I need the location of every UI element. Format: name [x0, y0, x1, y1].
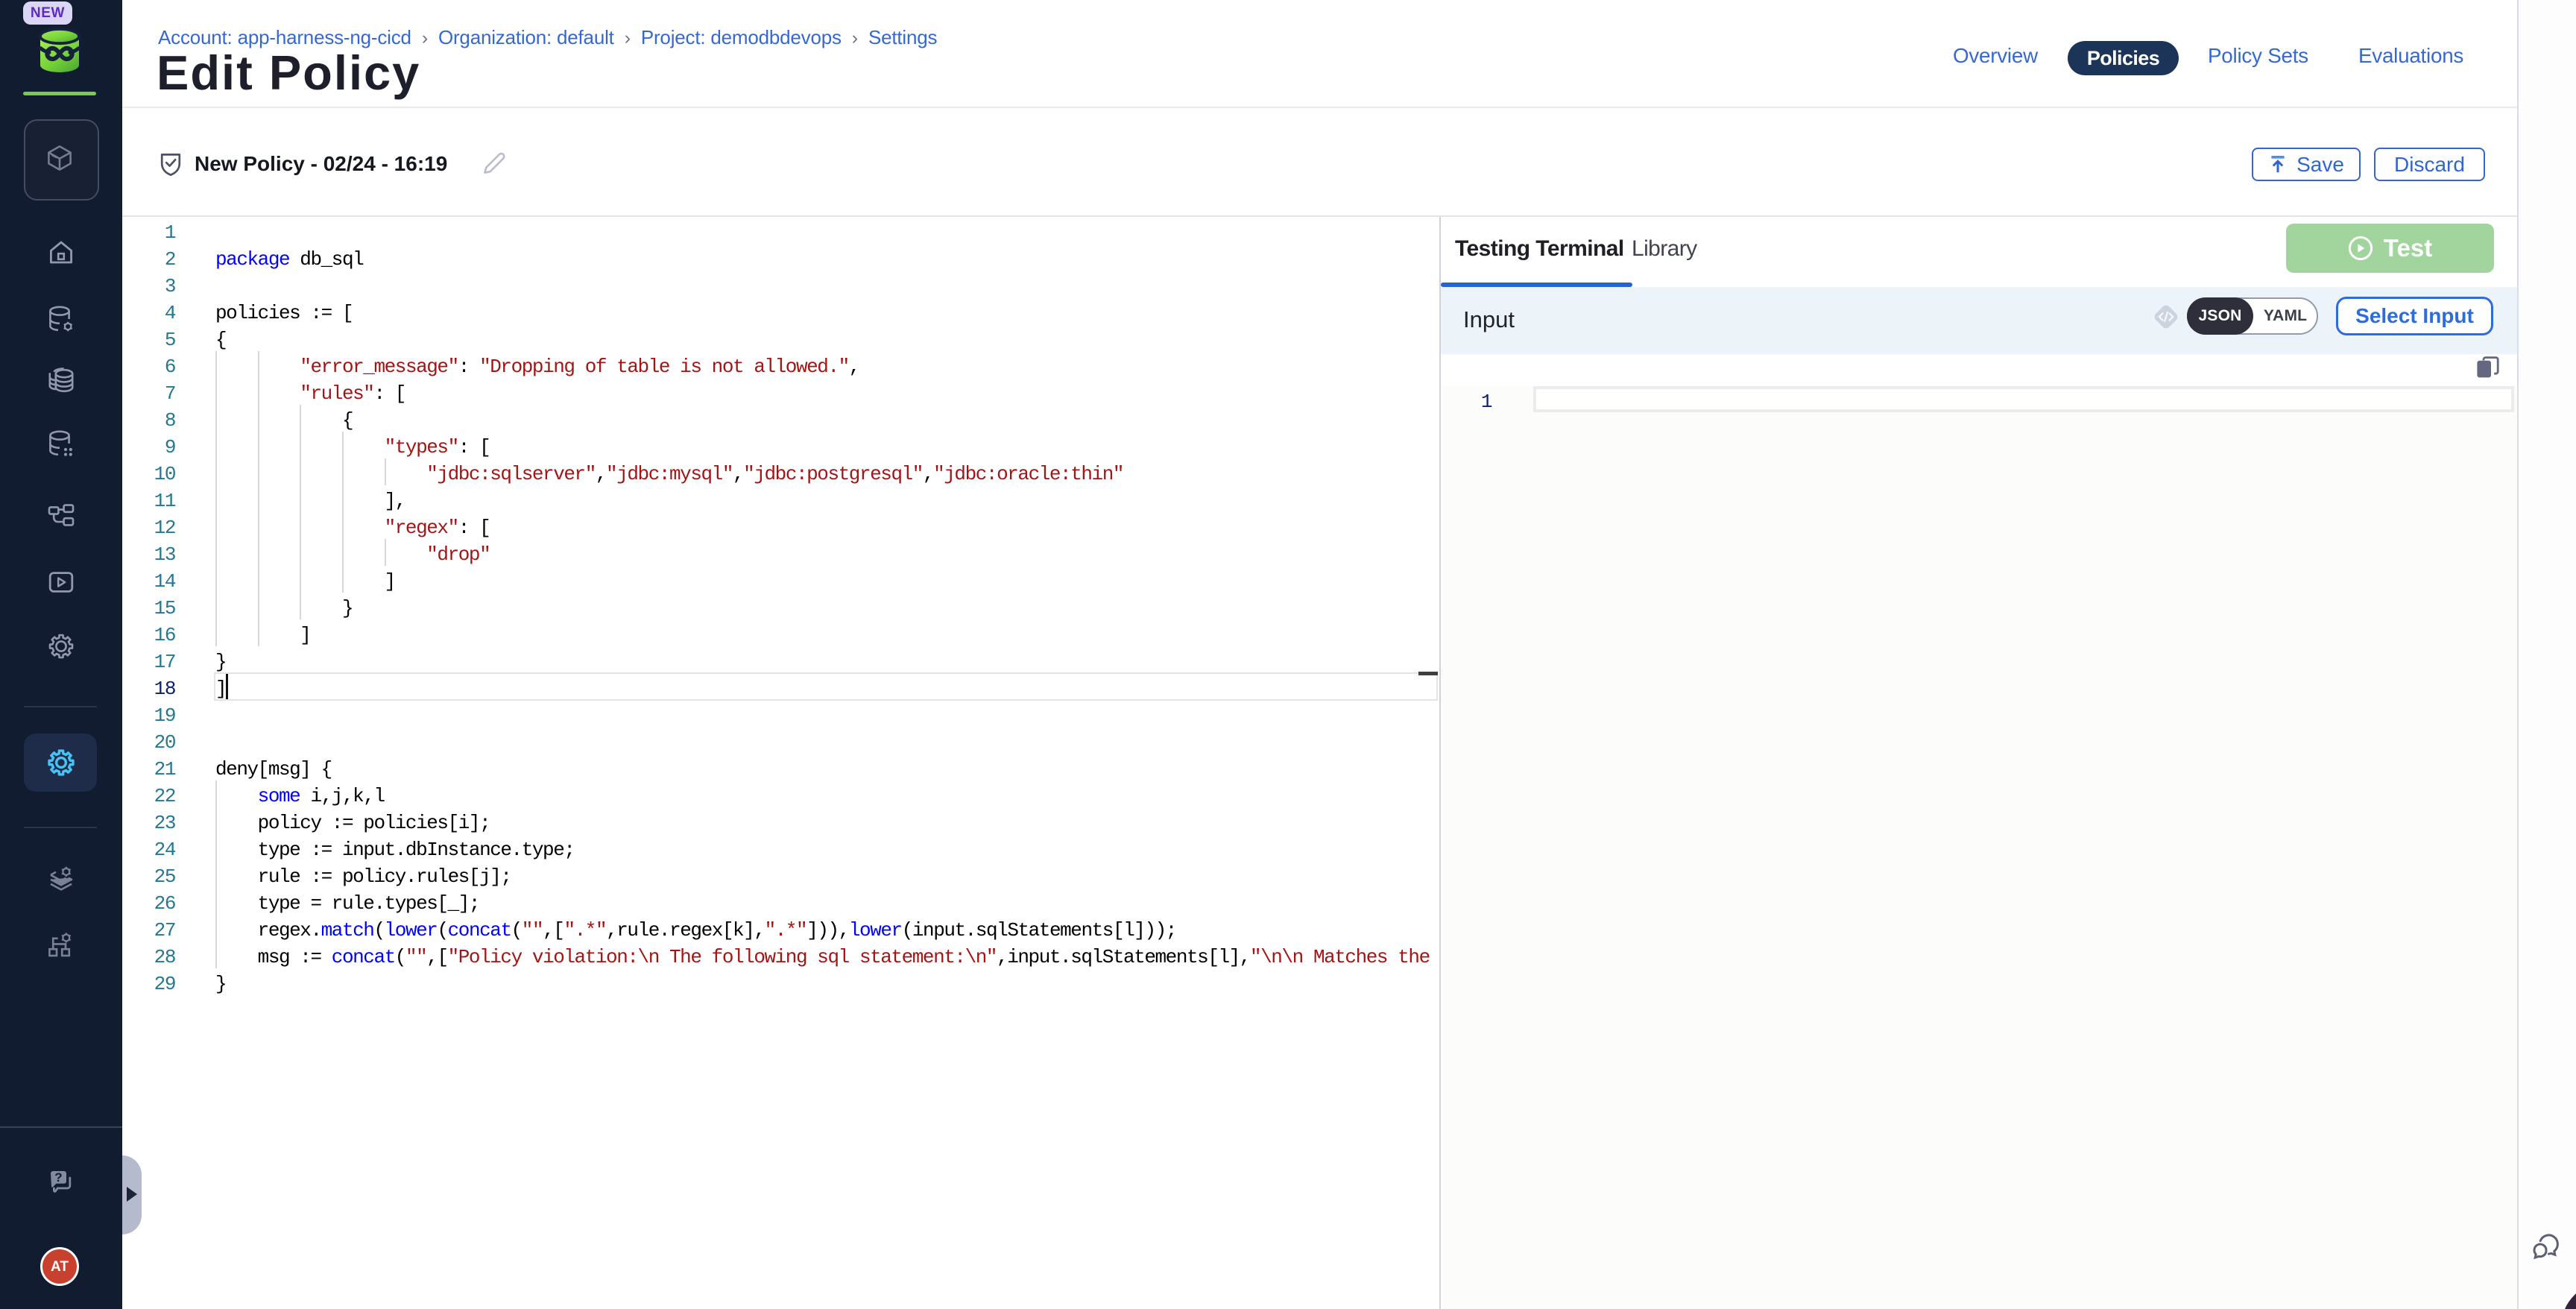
svg-text:?: ?	[54, 1170, 62, 1185]
